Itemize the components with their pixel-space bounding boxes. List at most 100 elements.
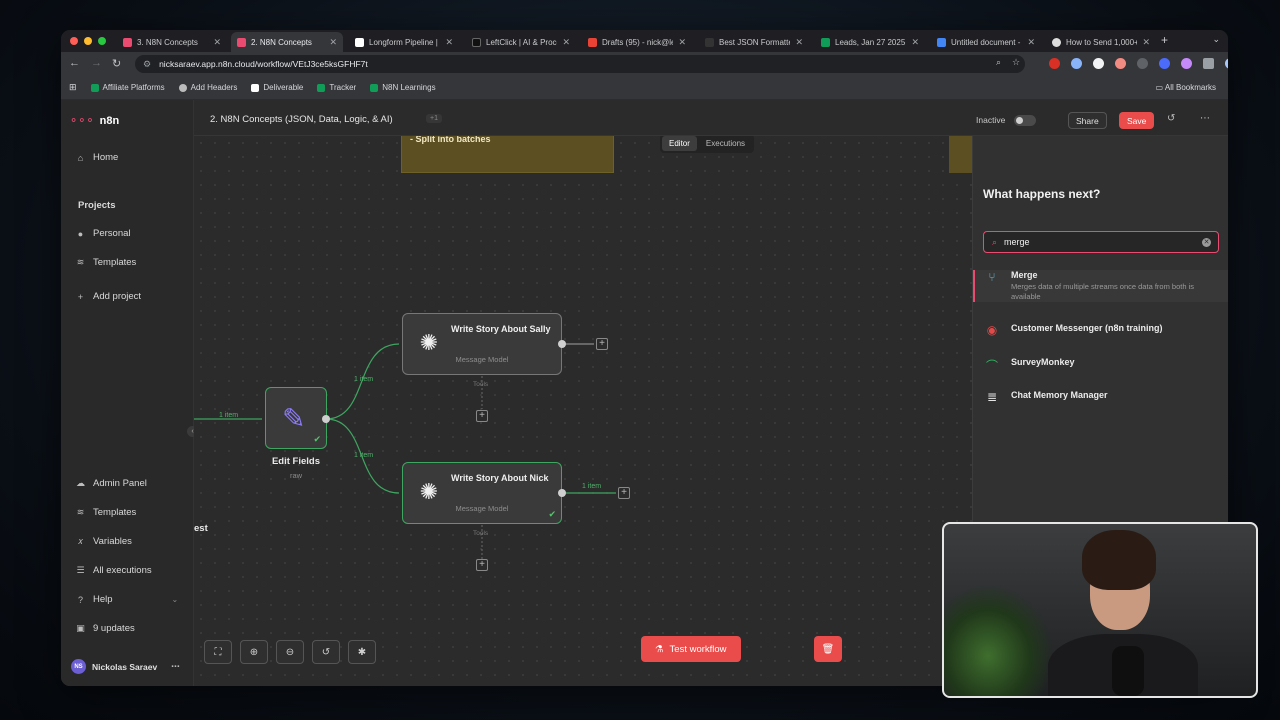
tab-search-icon[interactable]: ⌄ <box>1212 34 1220 45</box>
close-tab-icon[interactable]: ✕ <box>1027 37 1035 48</box>
close-tab-icon[interactable]: ✕ <box>329 37 337 48</box>
close-tab-icon[interactable]: ✕ <box>911 37 919 48</box>
workflow-tag-count[interactable]: +1 <box>426 114 442 123</box>
add-node-button[interactable]: + <box>596 338 608 350</box>
sheet-icon <box>317 83 326 92</box>
debug-icon[interactable]: ✱ <box>348 640 376 664</box>
sidebar-item-templates-bottom[interactable]: ≋ Templates <box>75 507 137 518</box>
test-workflow-button[interactable]: ⚗ Test workflow <box>641 636 741 662</box>
result-item-customer-messenger[interactable]: ◉ Customer Messenger (n8n training) <box>973 323 1228 337</box>
n8n-logo[interactable]: ⚬⚬⚬ n8n <box>69 114 119 128</box>
close-tab-icon[interactable]: ✕ <box>562 37 570 48</box>
close-tab-icon[interactable]: ✕ <box>678 37 686 48</box>
zoom-out-icon[interactable]: ⊖ <box>276 640 304 664</box>
site-info-icon[interactable]: ⚙ <box>143 59 151 70</box>
browser-tab[interactable]: How to Send 1,000+ ✕ <box>1046 32 1156 52</box>
reset-zoom-icon[interactable]: ↺ <box>312 640 340 664</box>
browser-tab-active[interactable]: 2. N8N Concepts ✕ <box>231 32 343 52</box>
extension-icon[interactable] <box>1115 58 1126 69</box>
bookmark-item[interactable]: N8N Learnings <box>370 83 436 92</box>
extension-icon[interactable] <box>1181 58 1192 69</box>
reload-icon[interactable]: ↻ <box>112 57 121 70</box>
extension-icon[interactable] <box>1093 58 1104 69</box>
close-tab-icon[interactable]: ✕ <box>1142 37 1150 48</box>
more-icon[interactable]: ⋯ <box>171 661 180 672</box>
user-menu[interactable]: NS Nickolas Saraev ⋯ <box>71 659 180 674</box>
bookmark-item[interactable]: Tracker <box>317 83 356 92</box>
add-tool-button[interactable]: + <box>476 410 488 422</box>
node-search-box[interactable]: ⌕ ✕ <box>983 231 1219 253</box>
extension-icon[interactable] <box>1049 58 1060 69</box>
sidebar-item-add-project[interactable]: + Add project <box>75 291 141 302</box>
all-bookmarks[interactable]: ▭ All Bookmarks <box>1156 83 1216 92</box>
workflow-canvas[interactable]: - Split into batches Editor Executions 1… <box>194 136 972 686</box>
sidebar-item-admin-panel[interactable]: ☁ Admin Panel <box>75 478 147 489</box>
bookmark-item[interactable]: Add Headers <box>178 83 237 92</box>
browser-tab[interactable]: Untitled document - ✕ <box>931 32 1041 52</box>
add-node-button[interactable]: + <box>618 487 630 499</box>
extension-icon[interactable] <box>1159 58 1170 69</box>
layers-icon: ≋ <box>76 257 85 267</box>
bookmark-item[interactable]: Affiliate Platforms <box>90 83 165 92</box>
profile-avatar-icon[interactable] <box>1225 58 1228 69</box>
url-field[interactable]: ⚙ nicksaraev.app.n8n.cloud/workflow/VEtJ… <box>135 55 1025 73</box>
share-button[interactable]: Share <box>1068 112 1107 129</box>
close-tab-icon[interactable]: ✕ <box>445 37 453 48</box>
more-options-icon[interactable]: ⋯ <box>1200 113 1210 124</box>
sidebar-item-home[interactable]: ⌂ Home <box>75 152 119 163</box>
browser-tab[interactable]: Longform Pipeline | N ✕ <box>349 32 459 52</box>
sidebar-item-personal[interactable]: ● Personal <box>75 228 131 239</box>
ai-node-nick[interactable]: ✺ Write Story About Nick Message Model ✔ <box>402 462 562 524</box>
browser-tab[interactable]: Drafts (95) - nick@le ✕ <box>582 32 692 52</box>
notion-icon <box>251 83 260 92</box>
result-item-chat-memory-manager[interactable]: ≣ Chat Memory Manager <box>973 390 1228 404</box>
clear-search-icon[interactable]: ✕ <box>1202 238 1211 247</box>
zoom-icon[interactable]: ⌕ <box>996 57 1001 68</box>
add-tool-button[interactable]: + <box>476 559 488 571</box>
history-icon[interactable]: ↺ <box>1167 113 1175 124</box>
sidebar-item-all-executions[interactable]: ☰ All executions <box>75 565 151 576</box>
close-tab-icon[interactable]: ✕ <box>795 37 803 48</box>
output-handle[interactable] <box>558 340 566 348</box>
list-icon: ☰ <box>76 565 85 575</box>
close-window-button[interactable] <box>70 37 78 45</box>
extension-icon[interactable] <box>1071 58 1082 69</box>
bookmarks-bar: ⊞ Affiliate Platforms Add Headers Delive… <box>61 76 1228 100</box>
sidebar-item-help[interactable]: ? Help ⌄ <box>75 594 178 605</box>
activate-toggle[interactable] <box>1014 115 1036 126</box>
sidebar-item-updates[interactable]: ▣ 9 updates <box>75 623 135 634</box>
output-handle[interactable] <box>558 489 566 497</box>
sidebar-item-variables[interactable]: 𝑥 Variables <box>75 536 132 547</box>
fit-view-icon[interactable]: ⛶ <box>204 640 232 664</box>
success-check-icon: ✔ <box>548 509 556 519</box>
output-handle[interactable] <box>322 415 330 423</box>
messenger-icon: ◉ <box>986 323 998 337</box>
result-item-surveymonkey[interactable]: ⌒ SurveyMonkey <box>973 357 1228 374</box>
forward-icon[interactable]: → <box>91 57 102 69</box>
minimize-window-button[interactable] <box>84 37 92 45</box>
zoom-in-icon[interactable]: ⊕ <box>240 640 268 664</box>
workflow-name[interactable]: 2. N8N Concepts (JSON, Data, Logic, & AI… <box>210 114 393 125</box>
browser-tab[interactable]: Leads, Jan 27 2025 ✕ <box>815 32 925 52</box>
back-icon[interactable]: ← <box>69 57 80 69</box>
browser-tab[interactable]: Best JSON Formatter ✕ <box>699 32 809 52</box>
bookmark-star-icon[interactable]: ☆ <box>1012 57 1020 68</box>
extensions-puzzle-icon[interactable] <box>1203 58 1214 69</box>
address-bar-row: ← → ↻ ⚙ nicksaraev.app.n8n.cloud/workflo… <box>61 52 1228 76</box>
bookmark-item[interactable]: Deliverable <box>251 83 303 92</box>
apps-grid-icon[interactable]: ⊞ <box>69 82 77 93</box>
maximize-window-button[interactable] <box>98 37 106 45</box>
browser-tab[interactable]: LeftClick | AI & Proce ✕ <box>466 32 576 52</box>
delete-icon[interactable]: 🗑 <box>814 636 842 662</box>
result-item-merge[interactable]: ⑂ Merge Merges data of multiple streams … <box>973 270 1228 302</box>
sheet-icon <box>90 83 99 92</box>
browser-tab[interactable]: 3. N8N Concepts ✕ <box>117 32 227 52</box>
edit-fields-node[interactable]: ✎ ✔ <box>265 387 327 449</box>
new-tab-icon[interactable]: + <box>1161 33 1168 47</box>
search-input[interactable] <box>1004 237 1185 247</box>
sidebar-item-templates[interactable]: ≋ Templates <box>75 257 137 268</box>
close-tab-icon[interactable]: ✕ <box>213 37 221 48</box>
ai-node-sally[interactable]: ✺ Write Story About Sally Message Model <box>402 313 562 375</box>
save-button[interactable]: Save <box>1119 112 1155 129</box>
extension-icon[interactable] <box>1137 58 1148 69</box>
